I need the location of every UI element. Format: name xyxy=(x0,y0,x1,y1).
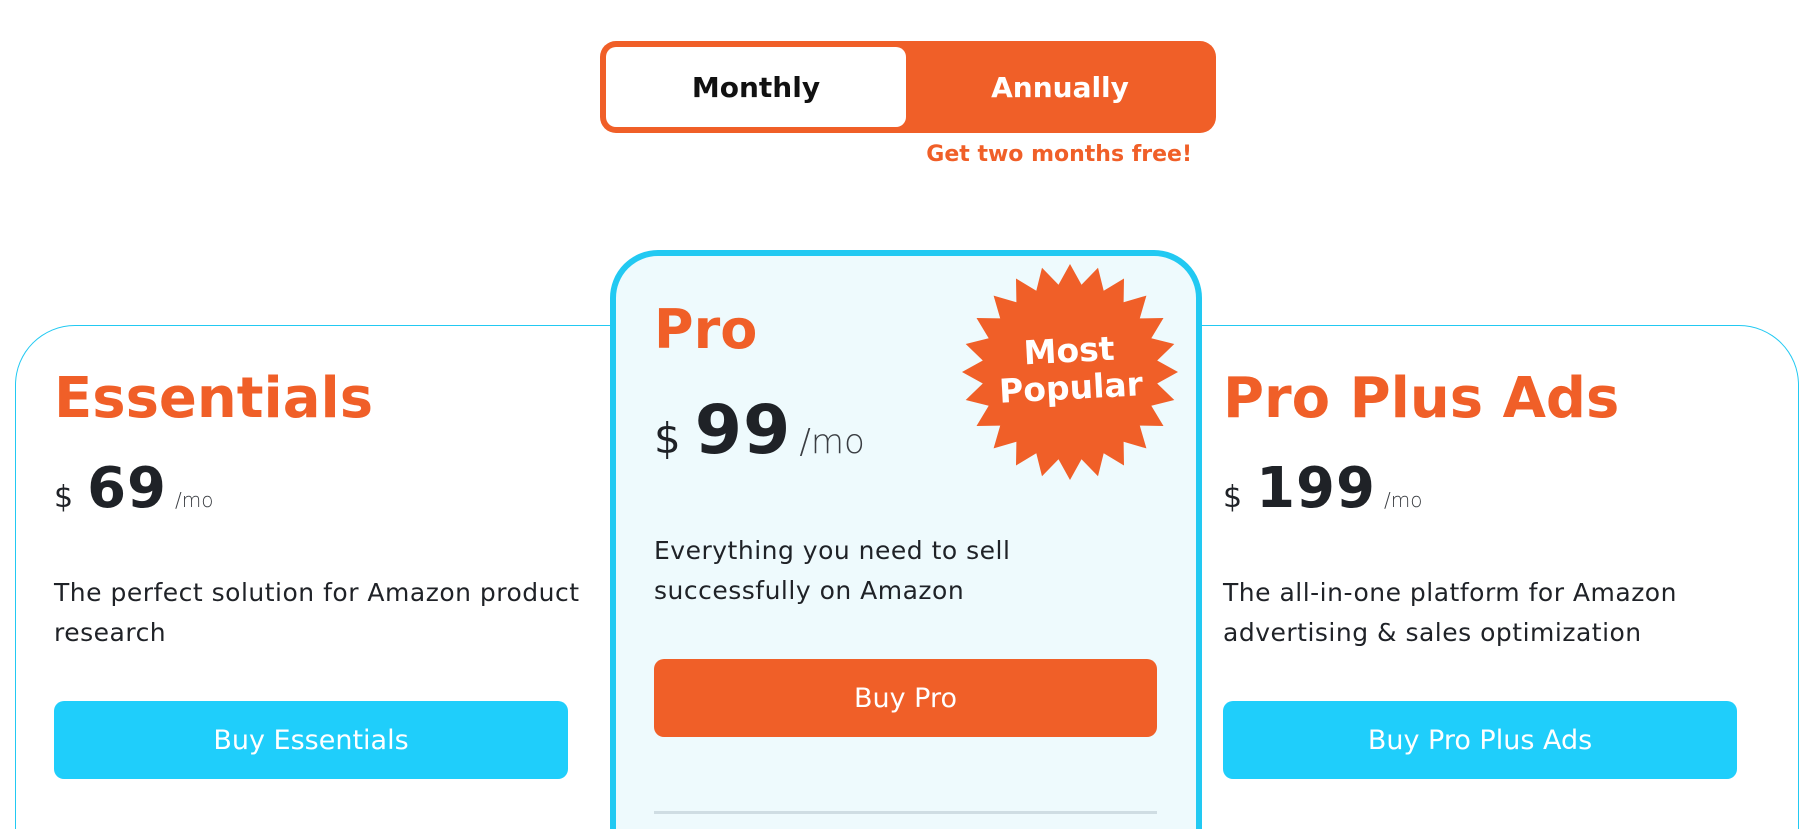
price-period: /mo xyxy=(799,422,865,462)
plan-name: Essentials xyxy=(54,366,374,431)
buy-pro-button[interactable]: Buy Pro xyxy=(654,659,1157,737)
plan-price: $ 99 /mo xyxy=(654,391,865,470)
plan-description: The all-in-one platform for Amazon adver… xyxy=(1223,578,1677,647)
price-amount: 99 xyxy=(694,391,792,470)
annually-toggle-option[interactable]: Annually xyxy=(910,47,1210,127)
most-popular-badge: Most Popular xyxy=(960,262,1180,482)
plan-name: Pro xyxy=(654,298,758,361)
plan-card-pro-plus-ads: Pro Plus Ads $ 199 /mo The all-in-one pl… xyxy=(1185,325,1799,829)
price-amount: 69 xyxy=(87,456,168,521)
buy-essentials-button[interactable]: Buy Essentials xyxy=(54,701,568,779)
badge-label: Most Popular xyxy=(998,328,1144,411)
price-period: /mo xyxy=(175,488,214,512)
pricing-page: Monthly Annually Get two months free! Es… xyxy=(0,0,1813,829)
plan-name: Pro Plus Ads xyxy=(1223,366,1620,431)
price-currency: $ xyxy=(1223,480,1243,515)
price-currency: $ xyxy=(654,414,681,463)
annual-promo-text: Get two months free! xyxy=(926,142,1192,167)
price-currency: $ xyxy=(54,480,74,515)
plan-price: $ 199 /mo xyxy=(1223,456,1422,521)
price-amount: 199 xyxy=(1256,456,1376,521)
card-divider xyxy=(654,811,1157,814)
plan-card-essentials: Essentials $ 69 /mo The perfect solution… xyxy=(15,325,629,829)
plan-description: Everything you need to sell successfully… xyxy=(654,536,1011,605)
monthly-toggle-option[interactable]: Monthly xyxy=(606,47,906,127)
price-period: /mo xyxy=(1384,488,1423,512)
plan-price: $ 69 /mo xyxy=(54,456,214,521)
buy-pro-plus-ads-button[interactable]: Buy Pro Plus Ads xyxy=(1223,701,1737,779)
billing-toggle: Monthly Annually xyxy=(600,41,1216,133)
plan-description: The perfect solution for Amazon product … xyxy=(54,578,580,647)
